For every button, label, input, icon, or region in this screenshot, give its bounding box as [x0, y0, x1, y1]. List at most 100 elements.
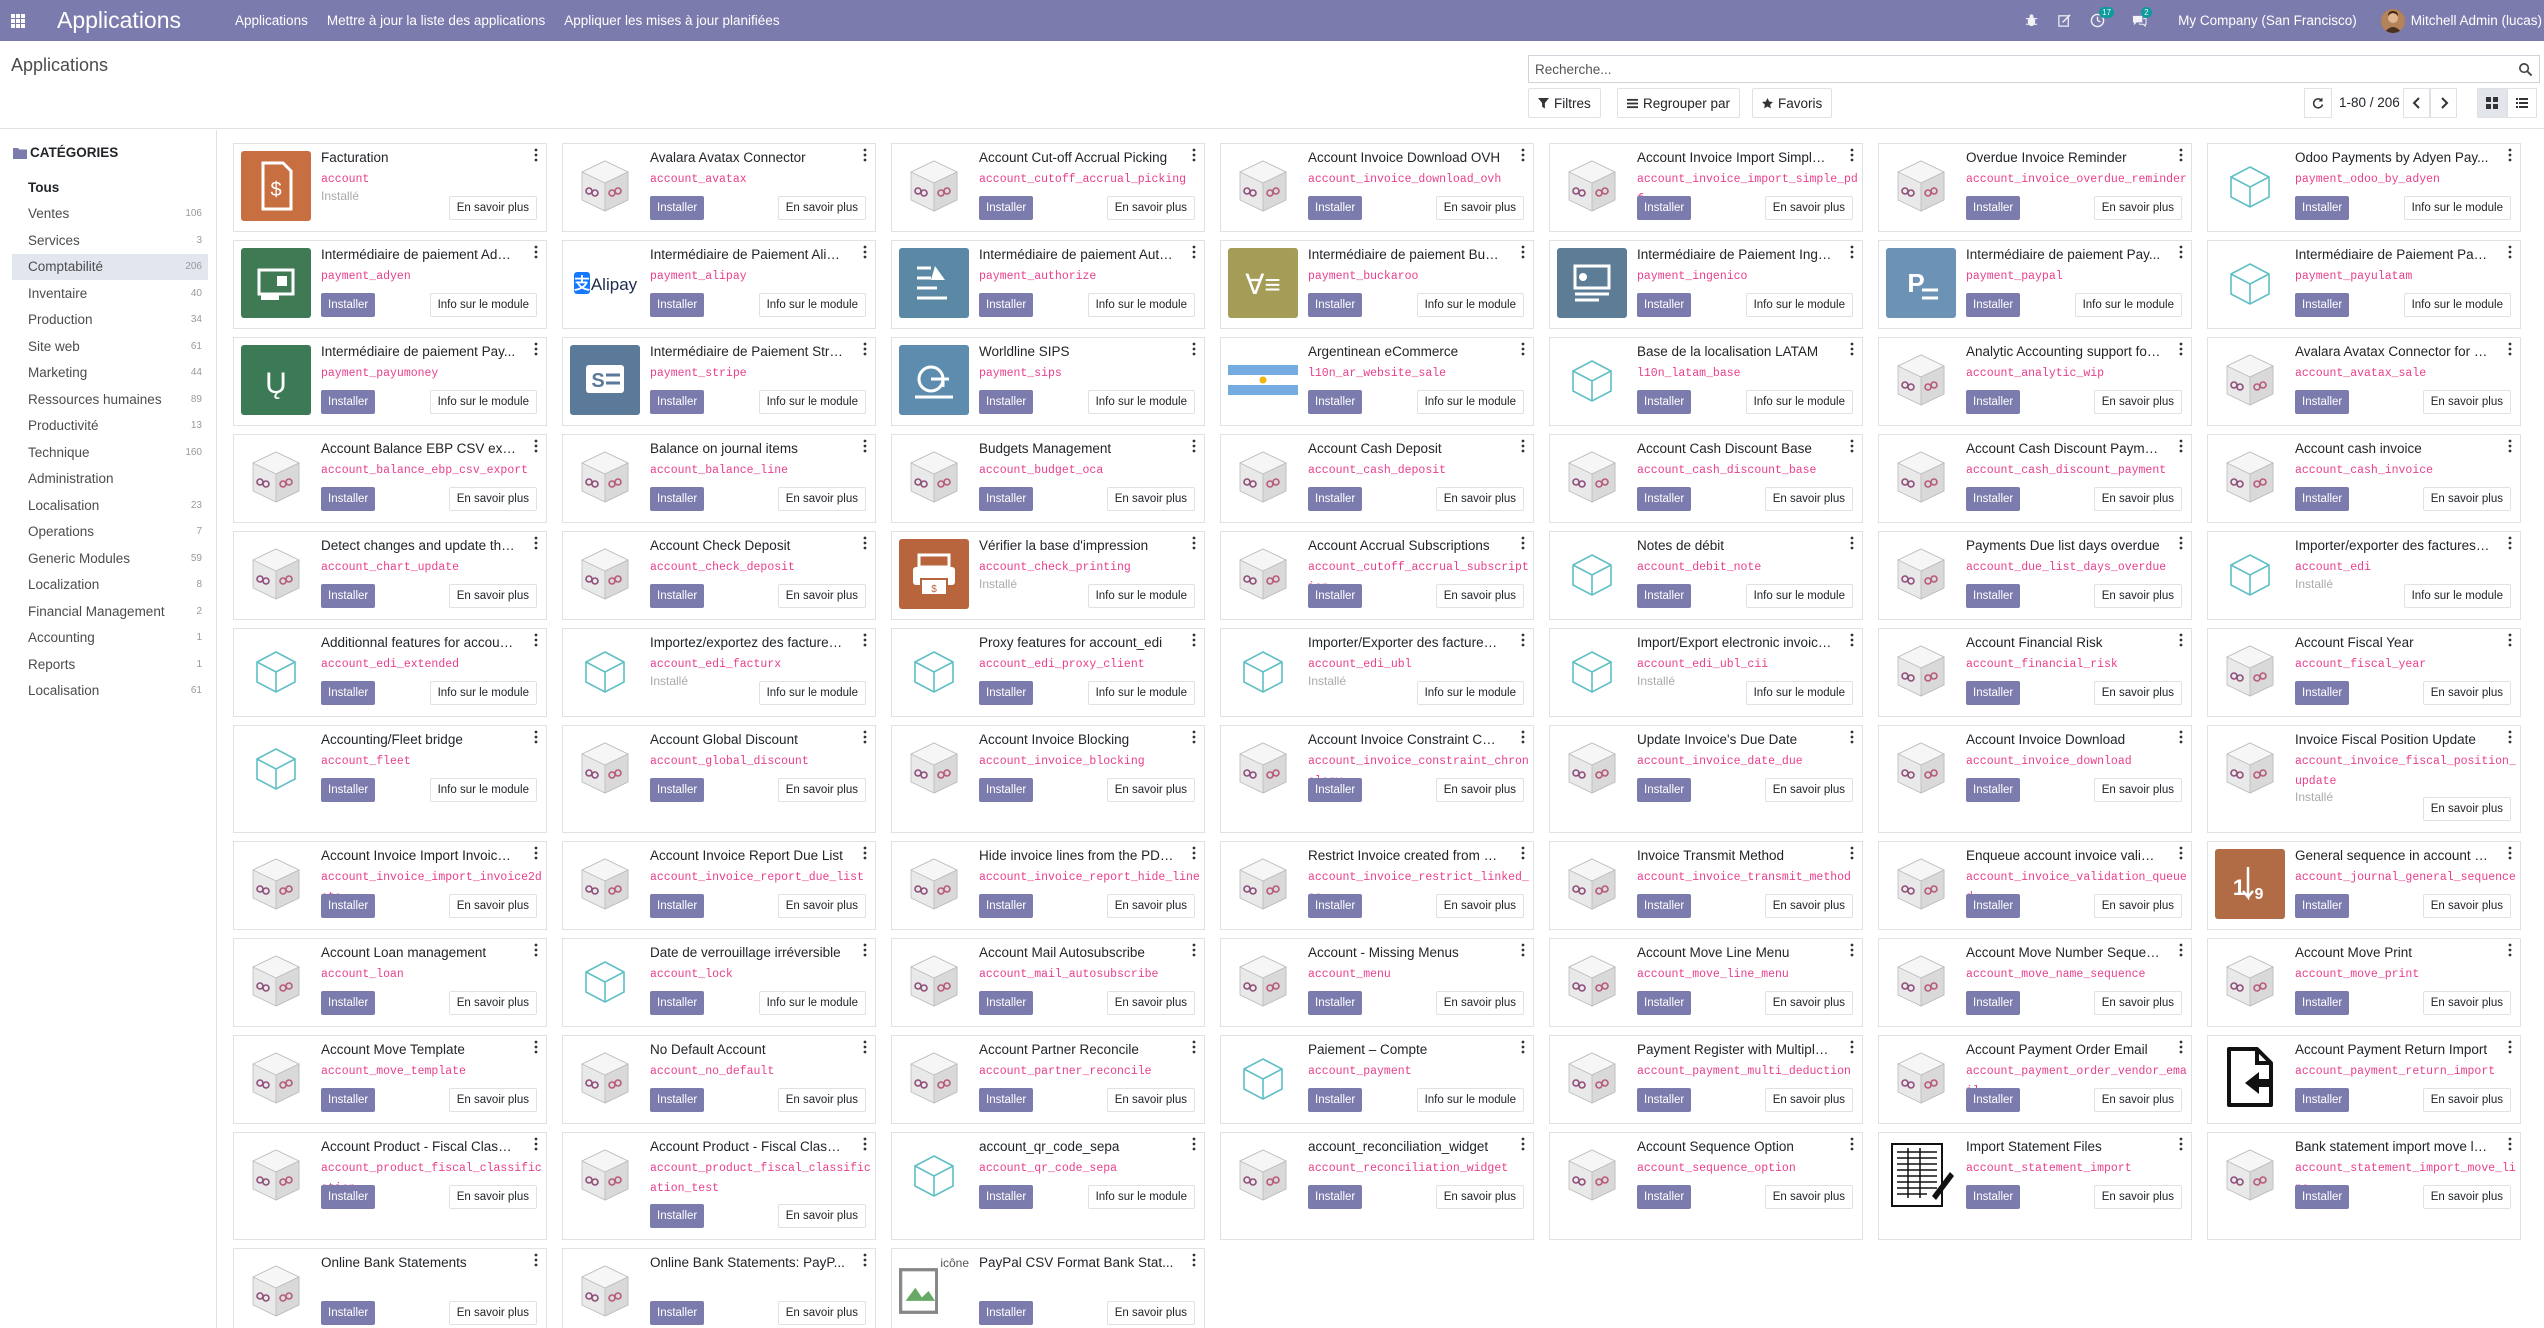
app-card[interactable]: Account Global Discount account_global_di…	[562, 725, 876, 833]
sidebar-category-item[interactable]: Ressources humaines 89	[12, 386, 208, 413]
module-info-button[interactable]: Info sur le module	[1416, 389, 1524, 414]
app-card[interactable]: Intermédiaire de paiement Auth... payment…	[891, 240, 1205, 329]
sidebar-category-item[interactable]: Marketing 44	[12, 360, 208, 387]
app-card[interactable]: Paiement – Compte account_payment Installe…	[1220, 1035, 1534, 1124]
install-button[interactable]: Installer	[1308, 1087, 1363, 1112]
learn-more-button[interactable]: En savoir plus	[2422, 680, 2511, 705]
install-button[interactable]: Installer	[1966, 292, 2021, 317]
learn-more-button[interactable]: En savoir plus	[1106, 777, 1195, 802]
card-kebab-menu-icon[interactable]	[1190, 1039, 1198, 1055]
learn-more-button[interactable]: En savoir plus	[2093, 777, 2182, 802]
bug-icon[interactable]	[2024, 13, 2039, 28]
card-kebab-menu-icon[interactable]	[2506, 438, 2514, 454]
learn-more-button[interactable]: En savoir plus	[1106, 893, 1195, 918]
app-card[interactable]: Account Move Template account_move_templa…	[233, 1035, 547, 1124]
module-info-button[interactable]: Info sur le module	[1087, 1184, 1195, 1209]
search-input[interactable]	[1529, 56, 2489, 82]
card-kebab-menu-icon[interactable]	[1848, 244, 1856, 260]
card-kebab-menu-icon[interactable]	[1190, 1252, 1198, 1268]
card-kebab-menu-icon[interactable]	[861, 244, 869, 260]
app-card[interactable]: Account Invoice Constraint Chr... account…	[1220, 725, 1534, 833]
install-button[interactable]: Installer	[1308, 389, 1363, 414]
app-card[interactable]: Account Check Deposit account_check_depos…	[562, 531, 876, 620]
menu-update-app-list[interactable]: Mettre à jour la liste des applications	[327, 13, 545, 28]
card-kebab-menu-icon[interactable]	[2177, 438, 2185, 454]
install-button[interactable]: Installer	[1637, 195, 1692, 220]
app-card[interactable]: Bank statement import move lin... account…	[2207, 1132, 2521, 1240]
sidebar-category-item[interactable]: Operations 7	[12, 519, 208, 546]
install-button[interactable]: Installer	[321, 990, 376, 1015]
install-button[interactable]: Installer	[1966, 1087, 2021, 1112]
install-button[interactable]: Installer	[979, 893, 1034, 918]
module-info-button[interactable]: Info sur le module	[1087, 680, 1195, 705]
pager-previous-button[interactable]	[2403, 88, 2430, 118]
install-button[interactable]: Installer	[321, 486, 376, 511]
card-kebab-menu-icon[interactable]	[2177, 845, 2185, 861]
sidebar-category-item[interactable]: Generic Modules 59	[12, 545, 208, 572]
install-button[interactable]: Installer	[650, 583, 705, 608]
install-button[interactable]: Installer	[1637, 990, 1692, 1015]
install-button[interactable]: Installer	[2295, 680, 2350, 705]
app-card[interactable]: Account Loan management account_loan Insta…	[233, 938, 547, 1027]
card-kebab-menu-icon[interactable]	[2506, 729, 2514, 745]
app-card[interactable]: Importez/exportez des factures ... accoun…	[562, 628, 876, 717]
menu-applications[interactable]: Applications	[235, 13, 308, 28]
app-card[interactable]: Ų Intermédiaire de paiement Pay... payment…	[233, 337, 547, 426]
app-card[interactable]: Intermédiaire de Paiement Inge... payment…	[1549, 240, 1863, 329]
learn-more-button[interactable]: En savoir plus	[1435, 777, 1524, 802]
install-button[interactable]: Installer	[650, 893, 705, 918]
app-card[interactable]: Account Invoice Import Simple ... account…	[1549, 143, 1863, 232]
app-card[interactable]: Analytic Accounting support for ... accou…	[1878, 337, 2192, 426]
learn-more-button[interactable]: En savoir plus	[777, 777, 866, 802]
kanban-view-button[interactable]	[2477, 88, 2507, 118]
module-info-button[interactable]: Info sur le module	[758, 292, 866, 317]
user-avatar[interactable]	[2380, 8, 2405, 33]
menu-apply-scheduled-upgrades[interactable]: Appliquer les mises à jour planifiées	[564, 13, 779, 28]
list-view-button[interactable]	[2507, 88, 2537, 118]
card-kebab-menu-icon[interactable]	[2506, 244, 2514, 260]
card-kebab-menu-icon[interactable]	[861, 147, 869, 163]
module-info-button[interactable]: Info sur le module	[758, 389, 866, 414]
app-card[interactable]: Hide invoice lines from the PDF... accoun…	[891, 841, 1205, 930]
card-kebab-menu-icon[interactable]	[861, 1136, 869, 1152]
reload-button[interactable]	[2304, 88, 2332, 118]
learn-more-button[interactable]: En savoir plus	[2422, 893, 2511, 918]
app-card[interactable]: Account Cash Deposit account_cash_deposit…	[1220, 434, 1534, 523]
card-kebab-menu-icon[interactable]	[2177, 632, 2185, 648]
learn-more-button[interactable]: En savoir plus	[777, 486, 866, 511]
card-kebab-menu-icon[interactable]	[1519, 147, 1527, 163]
module-info-button[interactable]: Info sur le module	[429, 389, 537, 414]
install-button[interactable]: Installer	[1308, 777, 1363, 802]
app-card[interactable]: Argentinean eCommerce l10n_ar_website_sal…	[1220, 337, 1534, 426]
sidebar-category-item[interactable]: Tous	[12, 174, 208, 201]
company-switcher[interactable]: My Company (San Francisco)	[2178, 13, 2357, 28]
app-card[interactable]: Payments Due list days overdue account_du…	[1878, 531, 2192, 620]
learn-more-button[interactable]: En savoir plus	[1764, 486, 1853, 511]
app-card[interactable]: Account cash invoice account_cash_invoice…	[2207, 434, 2521, 523]
app-card[interactable]: Base de la localisation LATAM l10n_latam_…	[1549, 337, 1863, 426]
learn-more-button[interactable]: En savoir plus	[1764, 195, 1853, 220]
app-card[interactable]: Detect changes and update the... account_…	[233, 531, 547, 620]
app-card[interactable]: Intermédiaire de paiement Adyen payment_a…	[233, 240, 547, 329]
learn-more-button[interactable]: En savoir plus	[2093, 1087, 2182, 1112]
card-kebab-menu-icon[interactable]	[2506, 341, 2514, 357]
install-button[interactable]: Installer	[1308, 486, 1363, 511]
install-button[interactable]: Installer	[321, 583, 376, 608]
sidebar-category-item[interactable]: Financial Management 2	[12, 598, 208, 625]
install-button[interactable]: Installer	[979, 1184, 1034, 1209]
card-kebab-menu-icon[interactable]	[1190, 1136, 1198, 1152]
install-button[interactable]: Installer	[650, 486, 705, 511]
install-button[interactable]: Installer	[1637, 1184, 1692, 1209]
card-kebab-menu-icon[interactable]	[532, 845, 540, 861]
learn-more-button[interactable]: En savoir plus	[2422, 1184, 2511, 1209]
install-button[interactable]: Installer	[1966, 680, 2021, 705]
app-card[interactable]: Account Invoice Report Due List account_i…	[562, 841, 876, 930]
card-kebab-menu-icon[interactable]	[861, 632, 869, 648]
install-button[interactable]: Installer	[1308, 292, 1363, 317]
install-button[interactable]: Installer	[979, 680, 1034, 705]
learn-more-button[interactable]: En savoir plus	[448, 1087, 537, 1112]
card-kebab-menu-icon[interactable]	[861, 845, 869, 861]
card-kebab-menu-icon[interactable]	[2177, 1136, 2185, 1152]
app-card[interactable]: Account Invoice Download account_invoice_…	[1878, 725, 2192, 833]
app-card[interactable]: Invoice Fiscal Position Update account_in…	[2207, 725, 2521, 833]
